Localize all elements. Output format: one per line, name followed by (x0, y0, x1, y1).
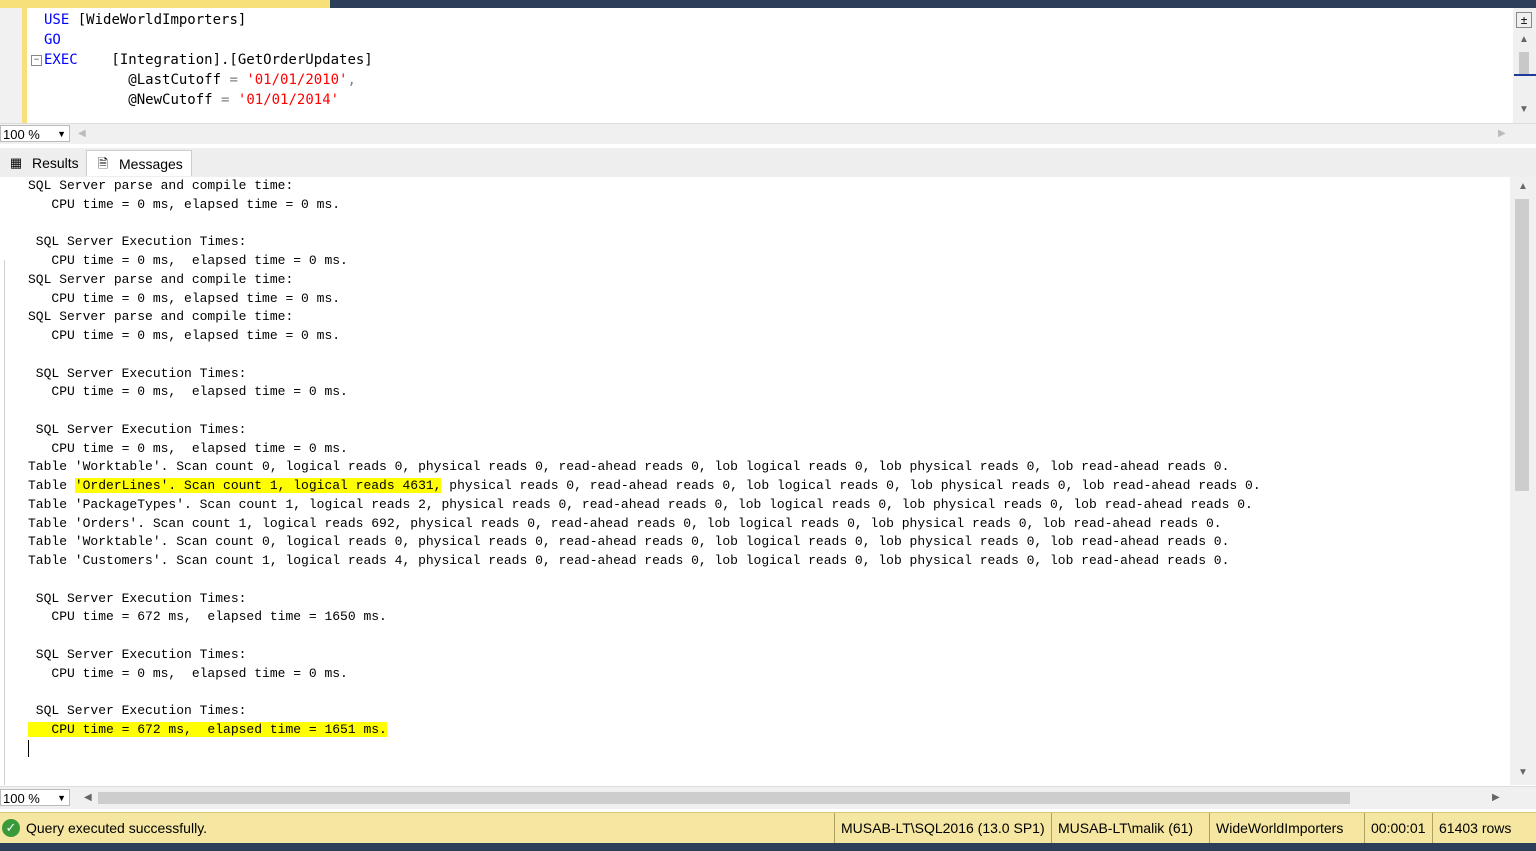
equals-op-2: = (221, 92, 230, 108)
comma-op: , (347, 72, 356, 88)
scroll-right-icon[interactable]: ▶ (1498, 128, 1506, 139)
status-bar: ✓ Query executed successfully. MUSAB-LT\… (0, 812, 1536, 843)
orderlines-highlight: 'OrderLines'. Scan count 1, logical read… (74, 478, 442, 493)
scroll-up-icon[interactable]: ▲ (1519, 34, 1529, 45)
status-database: WideWorldImporters (1209, 813, 1349, 843)
code-line-4: @LastCutoff = '01/01/2010', (44, 72, 356, 88)
code-line-2: GO (44, 32, 61, 48)
editor-gutter (0, 8, 27, 123)
status-message: Query executed successfully. (26, 820, 208, 836)
keyword-exec: EXEC (44, 52, 78, 68)
messages-block-1: SQL Server parse and compile time: CPU t… (28, 178, 1230, 475)
tab-messages-label: Messages (119, 156, 183, 172)
messages-scroll-left-icon[interactable]: ◀ (84, 792, 92, 803)
messages-icon: 🗎 (97, 156, 109, 171)
pane-left-rule (4, 260, 5, 785)
param-last-cutoff-value: '01/01/2010' (246, 72, 348, 88)
active-tab-accent (0, 0, 330, 8)
status-elapsed: 00:00:01 (1364, 813, 1432, 843)
grid-icon: ▦ (9, 155, 23, 170)
split-icon[interactable]: ± (1516, 12, 1532, 28)
orderlines-suffix: physical reads 0, read-ahead reads 0, lo… (441, 478, 1261, 493)
editor-zoom-row: 100 % ▼ ◀ ▶ (0, 123, 1536, 144)
tab-messages[interactable]: 🗎 Messages (86, 150, 192, 176)
scroll-left-icon[interactable]: ◀ (78, 128, 86, 139)
query-editor[interactable]: − USE [WideWorldImporters] GO EXEC [Inte… (0, 8, 1536, 123)
editor-scroll-marker (1514, 74, 1536, 76)
status-user: MUSAB-LT\malik (61) (1051, 813, 1199, 843)
messages-zoom-value: 100 % (3, 791, 40, 806)
results-tabs: ▦ Results 🗎 Messages (0, 148, 1536, 178)
messages-scroll-up-icon[interactable]: ▲ (1518, 181, 1528, 192)
messages-scroll-down-icon[interactable]: ▼ (1518, 767, 1528, 778)
final-time-highlight: CPU time = 672 ms, elapsed time = 1651 m… (28, 721, 387, 737)
change-indicator (22, 8, 27, 123)
database-name: [WideWorldImporters] (69, 12, 247, 28)
param-new-cutoff: @NewCutoff (128, 92, 213, 108)
param-new-cutoff-value: '01/01/2014' (237, 92, 340, 108)
equals-op: = (229, 72, 238, 88)
bottom-window-bar (0, 843, 1536, 851)
tab-results-label: Results (32, 155, 79, 171)
editor-zoom-value: 100 % (3, 127, 40, 142)
messages-hscroll-thumb[interactable] (98, 792, 1350, 804)
top-window-bar (0, 0, 1536, 8)
editor-vertical-scrollbar[interactable]: ± ▲ ▼ (1513, 8, 1536, 123)
status-rows: 61403 rows (1432, 813, 1517, 843)
code-line-5: @NewCutoff = '01/01/2014' (44, 92, 339, 108)
scroll-down-icon[interactable]: ▼ (1519, 104, 1529, 115)
keyword-go: GO (44, 32, 61, 48)
param-last-cutoff: @LastCutoff (128, 72, 222, 88)
messages-zoom-row: 100 % ▼ ◀ ▶ (0, 786, 1536, 809)
messages-zoom-select[interactable]: 100 % ▼ (0, 789, 70, 806)
editor-scroll-thumb[interactable] (1519, 52, 1529, 76)
procedure-name: [Integration].[GetOrderUpdates] (77, 52, 373, 68)
messages-vertical-scrollbar[interactable]: ▲ ▼ (1510, 177, 1536, 785)
tab-results[interactable]: ▦ Results (0, 150, 87, 176)
orderlines-line: Table 'OrderLines'. Scan count 1, logica… (28, 478, 1261, 493)
messages-scroll-right-icon[interactable]: ▶ (1492, 792, 1500, 803)
collapse-toggle-icon[interactable]: − (31, 55, 42, 66)
code-line-1: USE [WideWorldImporters] (44, 12, 246, 28)
messages-dropdown-arrow-icon[interactable]: ▼ (57, 790, 66, 807)
text-cursor (28, 740, 29, 757)
success-check-icon: ✓ (2, 819, 20, 837)
messages-text: SQL Server parse and compile time: CPU t… (0, 177, 1510, 740)
messages-pane[interactable]: SQL Server parse and compile time: CPU t… (0, 177, 1510, 785)
query-code[interactable]: USE [WideWorldImporters] GO EXEC [Integr… (44, 10, 373, 110)
messages-block-2: Table 'PackageTypes'. Scan count 1, logi… (28, 496, 1253, 718)
code-line-3: EXEC [Integration].[GetOrderUpdates] (44, 52, 373, 68)
keyword-use: USE (44, 12, 70, 28)
dropdown-arrow-icon[interactable]: ▼ (57, 126, 66, 143)
editor-zoom-select[interactable]: 100 % ▼ (0, 125, 70, 142)
messages-scroll-thumb[interactable] (1515, 199, 1529, 491)
status-server: MUSAB-LT\SQL2016 (13.0 SP1) (834, 813, 1051, 843)
orderlines-prefix: Table (28, 478, 75, 493)
